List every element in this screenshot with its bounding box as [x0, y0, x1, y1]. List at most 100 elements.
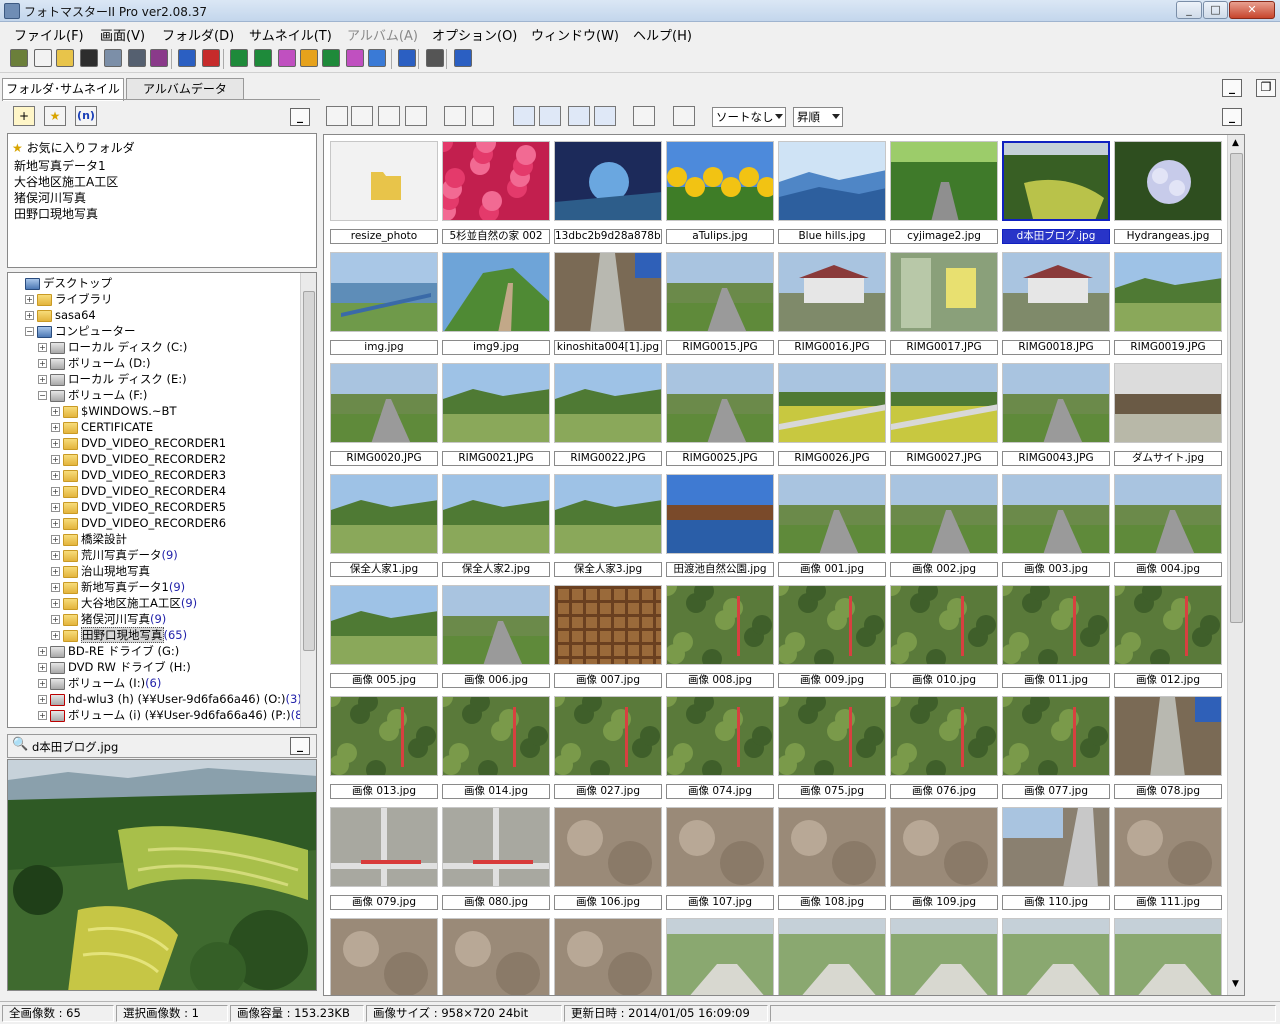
expand-icon[interactable]: +: [51, 567, 60, 576]
thumbnail-item[interactable]: img9.jpg: [442, 252, 550, 356]
thumbnail-item[interactable]: RIMG0016.JPG: [778, 252, 886, 356]
thumbnail-item[interactable]: 13dbc2b9d28a878ba: [554, 141, 662, 245]
new-favorite-button[interactable]: +: [13, 106, 35, 126]
thumbnail-item[interactable]: RIMG0018.JPG: [1002, 252, 1110, 356]
thumbnail-item[interactable]: 画像 004.jpg: [1114, 474, 1222, 578]
tree-node[interactable]: + DVD_VIDEO_RECORDER4: [51, 483, 226, 499]
favorite-folder-item[interactable]: 新地写真データ1: [14, 157, 106, 174]
left-pane-minimize-button[interactable]: _: [1222, 79, 1242, 97]
layout6-icon[interactable]: [346, 49, 364, 67]
thumbnail-item[interactable]: [442, 918, 550, 995]
scroll-up-icon[interactable]: ▲: [1232, 138, 1239, 148]
thumbnail-item[interactable]: 画像 007.jpg: [554, 585, 662, 689]
favorite-folder-item[interactable]: 猪俣河川写真: [14, 189, 86, 206]
expand-icon[interactable]: +: [38, 663, 47, 672]
thumbnail-item[interactable]: 画像 108.jpg: [778, 807, 886, 911]
thumbnail-item[interactable]: 画像 010.jpg: [890, 585, 998, 689]
thumbnail-item[interactable]: 画像 027.jpg: [554, 696, 662, 800]
tree-node[interactable]: +ボリューム (i) (¥¥User-9d6fa66a46) (P:)(89): [38, 707, 314, 723]
thumbnail-item[interactable]: RIMG0026.JPG: [778, 363, 886, 467]
thumbnail-item[interactable]: 保全人家2.jpg: [442, 474, 550, 578]
minimize-window-button[interactable]: _: [1176, 1, 1202, 19]
tree-node[interactable]: + ローカル ディスク (E:): [38, 371, 187, 387]
menu-item-5[interactable]: オプション(O): [432, 25, 517, 44]
tree-node[interactable]: + ボリューム (D:): [38, 355, 151, 371]
numbering-button[interactable]: (n): [75, 106, 97, 126]
expand-icon[interactable]: +: [38, 679, 47, 688]
expand-icon[interactable]: +: [51, 455, 60, 464]
thumbnail-item[interactable]: RIMG0025.JPG: [666, 363, 774, 467]
view-details-icon[interactable]: [594, 106, 616, 126]
copy-image-icon[interactable]: [405, 106, 427, 126]
menu-item-0[interactable]: ファイル(F): [14, 25, 84, 44]
favorite-star-button[interactable]: ★: [44, 106, 66, 126]
thumbnail-item[interactable]: 5杉並自然の家 002: [442, 141, 550, 245]
restore-pane-button[interactable]: ❐: [1256, 79, 1276, 97]
expand-icon[interactable]: +: [38, 343, 47, 352]
tree-node[interactable]: − コンピューター: [25, 323, 136, 339]
thumbnail-item[interactable]: 画像 009.jpg: [778, 585, 886, 689]
thumbnail-item[interactable]: 画像 014.jpg: [442, 696, 550, 800]
tree-node[interactable]: + ローカル ディスク (C:): [38, 339, 187, 355]
expand-icon[interactable]: +: [25, 295, 34, 304]
order-dropdown[interactable]: 昇順: [793, 107, 843, 127]
tree-node[interactable]: デスクトップ: [12, 275, 112, 291]
tree-node[interactable]: − ボリューム (F:): [38, 387, 147, 403]
thumbnail-item[interactable]: 画像 006.jpg: [442, 585, 550, 689]
favorite-folder-item[interactable]: 田野口現地写真: [14, 205, 98, 222]
layout4-icon[interactable]: [300, 49, 318, 67]
thumbnail-item[interactable]: RIMG0021.JPG: [442, 363, 550, 467]
expand-icon[interactable]: +: [51, 599, 60, 608]
expand-icon[interactable]: +: [38, 647, 47, 656]
thumbnail-item[interactable]: [890, 918, 998, 995]
thumbnail-item[interactable]: RIMG0019.JPG: [1114, 252, 1222, 356]
tree-scroll-thumb[interactable]: [303, 291, 315, 651]
collapse-icon[interactable]: −: [25, 327, 34, 336]
thumbnail-item[interactable]: 画像 076.jpg: [890, 696, 998, 800]
thumbnail-item[interactable]: d本田ブログ.jpg: [1002, 141, 1110, 245]
tree-node[interactable]: + 橋梁設計: [51, 531, 127, 547]
thumbnail-scrollbar[interactable]: ▲ ▼: [1227, 135, 1244, 995]
thumbnail-item[interactable]: 画像 002.jpg: [890, 474, 998, 578]
tree-node[interactable]: + 治山現地写真: [51, 563, 150, 579]
expand-icon[interactable]: +: [51, 551, 60, 560]
thumbnail-item[interactable]: 画像 008.jpg: [666, 585, 774, 689]
thumbnail-item[interactable]: 画像 011.jpg: [1002, 585, 1110, 689]
expand-icon[interactable]: +: [51, 423, 60, 432]
thumbnail-item[interactable]: [1114, 918, 1222, 995]
tree-node[interactable]: + DVD_VIDEO_RECORDER5: [51, 499, 226, 515]
thumbnail-item[interactable]: [1002, 918, 1110, 995]
new-icon[interactable]: [34, 49, 52, 67]
thumbnail-item[interactable]: RIMG0020.JPG: [330, 363, 438, 467]
tree-node[interactable]: + ライブラリ: [25, 291, 113, 307]
expand-icon[interactable]: +: [38, 695, 47, 704]
thumbnail-item[interactable]: 保全人家3.jpg: [554, 474, 662, 578]
thumbnail-item[interactable]: 画像 074.jpg: [666, 696, 774, 800]
thumbnail-item[interactable]: kinoshita004[1].jpg: [554, 252, 662, 356]
maximize-window-button[interactable]: □: [1203, 1, 1228, 19]
scroll-down-icon[interactable]: ▼: [1232, 979, 1239, 989]
layout5-icon[interactable]: [322, 49, 340, 67]
expand-icon[interactable]: +: [38, 711, 47, 720]
thumbnail-item[interactable]: 画像 106.jpg: [554, 807, 662, 911]
thumbnail-item[interactable]: 画像 079.jpg: [330, 807, 438, 911]
thumbnail-pane-minimize-button[interactable]: _: [1222, 108, 1242, 126]
view-list-icon[interactable]: [568, 106, 590, 126]
tree-node[interactable]: + DVD RW ドライブ (H:): [38, 659, 191, 675]
menu-item-2[interactable]: フォルダ(D): [162, 25, 234, 44]
thumbnail-item[interactable]: 画像 075.jpg: [778, 696, 886, 800]
thumbnail-item[interactable]: 画像 001.jpg: [778, 474, 886, 578]
thumbnail-item[interactable]: [330, 918, 438, 995]
tree-node[interactable]: + 田野口現地写真(65): [51, 627, 187, 643]
tab-album-data[interactable]: アルバムデータ: [126, 78, 244, 100]
layout2-icon[interactable]: [254, 49, 272, 67]
help-icon[interactable]: [454, 49, 472, 67]
thumbnail-item[interactable]: 画像 107.jpg: [666, 807, 774, 911]
tree-node[interactable]: + hd-wlu3 (h) (¥¥User-9d6fa66a46) (O:)(3): [38, 691, 302, 707]
print-icon[interactable]: [128, 49, 146, 67]
tree-node[interactable]: + DVD_VIDEO_RECORDER2: [51, 451, 226, 467]
thumbnail-item[interactable]: RIMG0015.JPG: [666, 252, 774, 356]
tools-icon[interactable]: [426, 49, 444, 67]
tree-node[interactable]: + $WINDOWS.~BT: [51, 403, 176, 419]
view-medium-icon[interactable]: [539, 106, 561, 126]
